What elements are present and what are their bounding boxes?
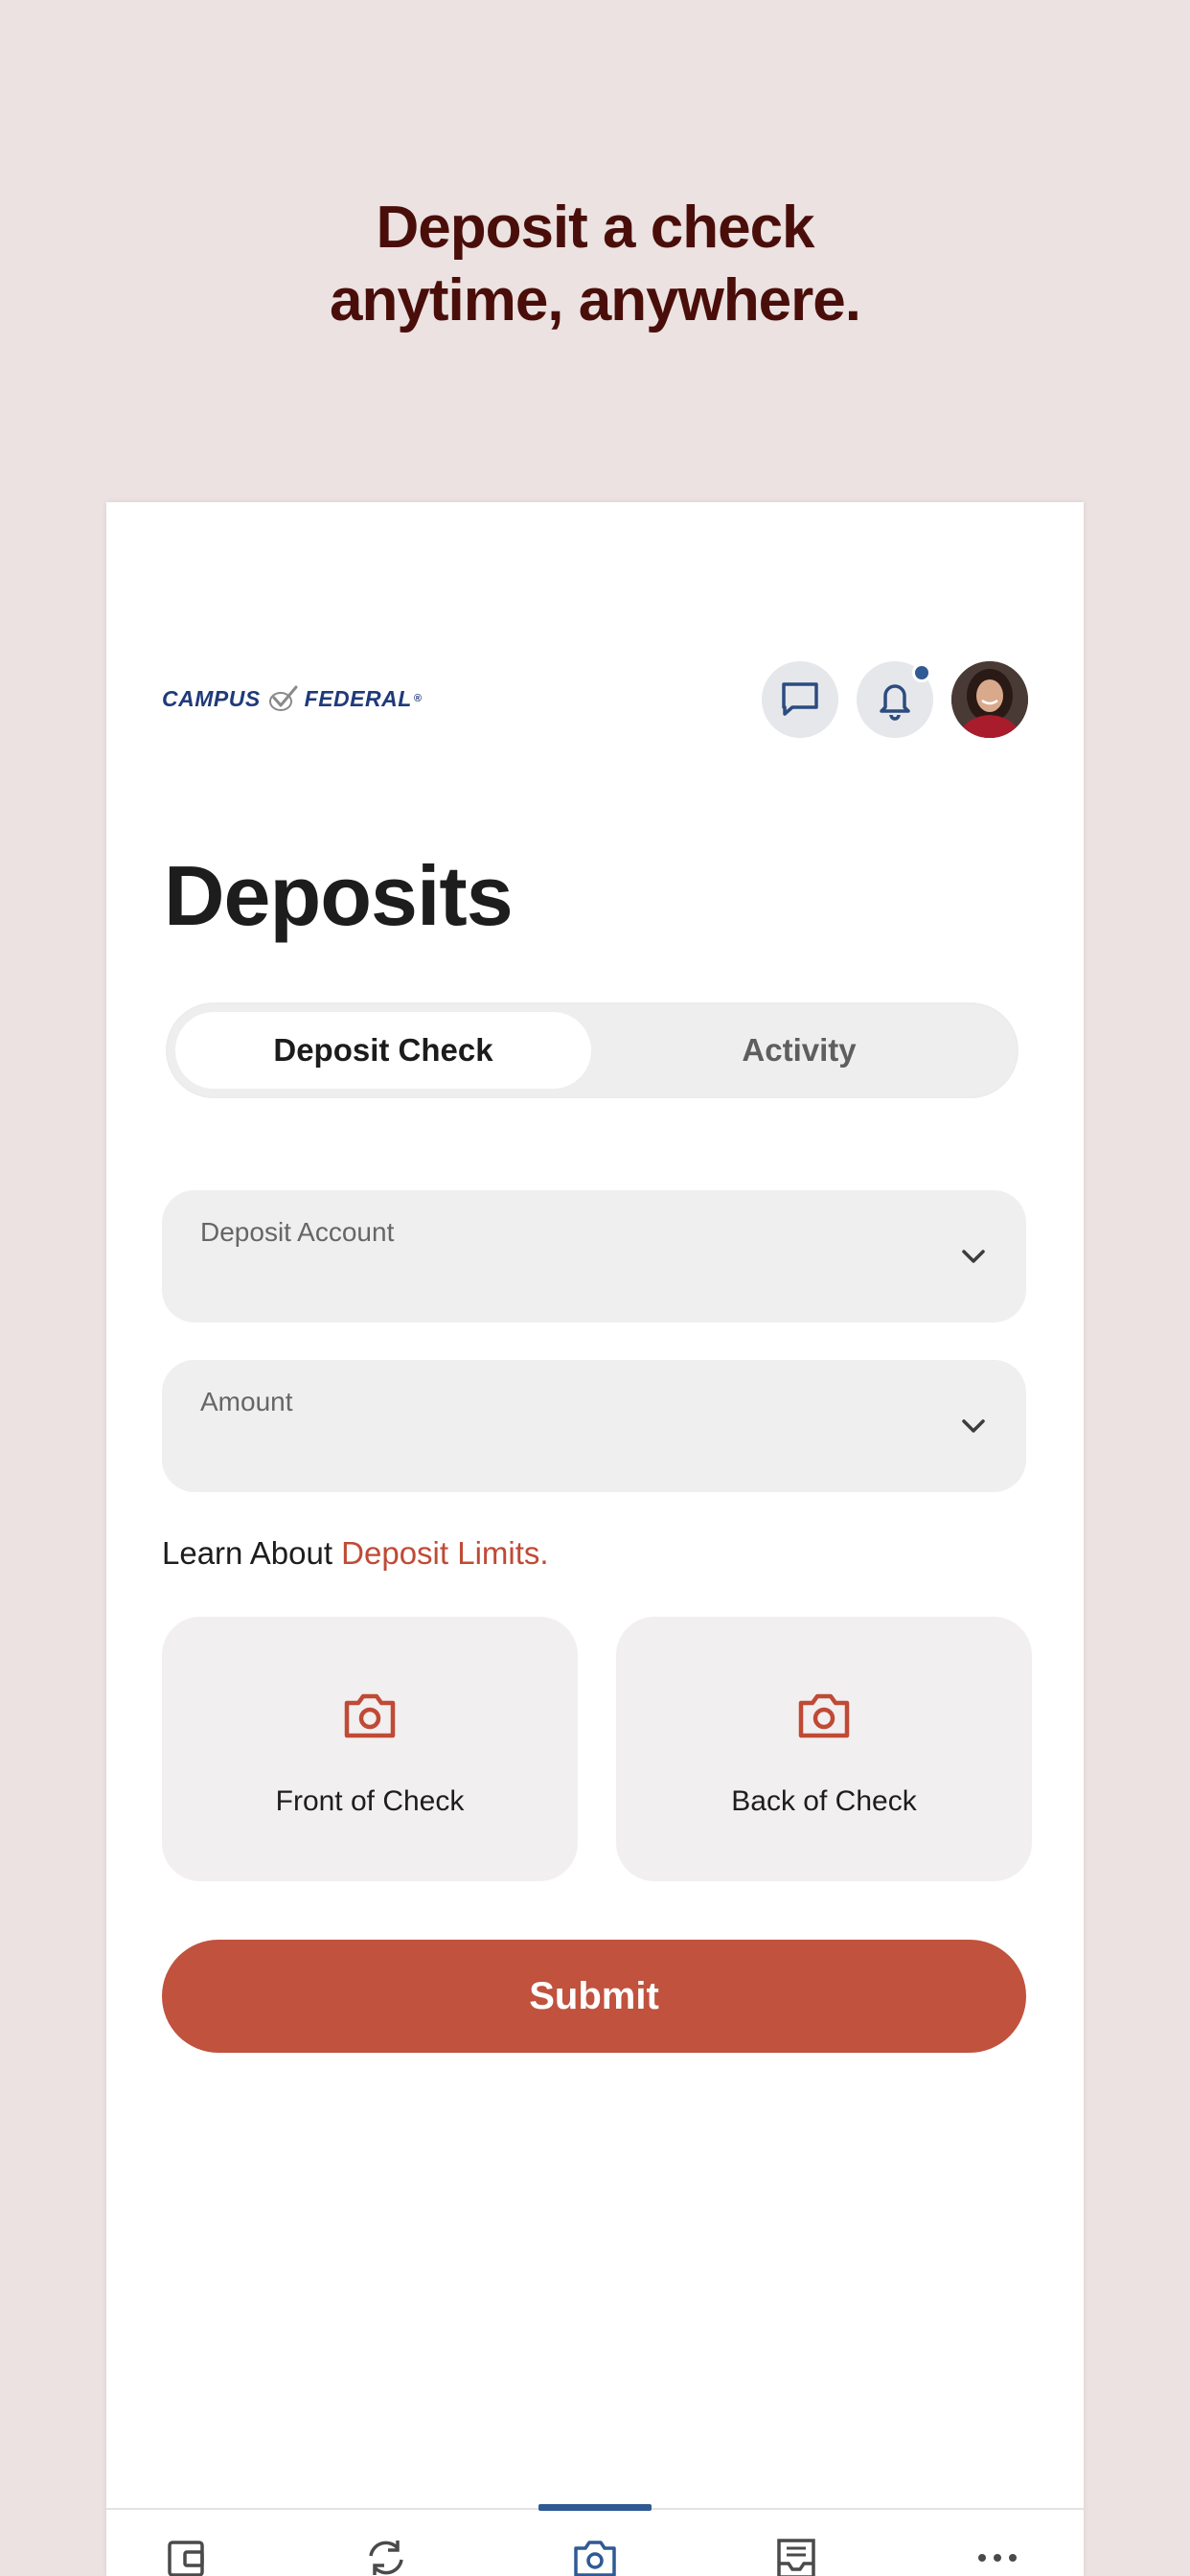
front-of-check-label: Front of Check xyxy=(275,1785,465,1817)
amount-select[interactable]: Amount xyxy=(162,1360,1026,1492)
chevron-down-icon xyxy=(962,1250,985,1263)
nav-active-indicator xyxy=(538,2504,652,2511)
promo-line-1: Deposit a check xyxy=(376,195,814,261)
front-of-check-capture[interactable]: Front of Check xyxy=(162,1617,578,1881)
camera-icon[interactable] xyxy=(572,2537,618,2576)
avatar-image xyxy=(951,661,1028,738)
chat-icon xyxy=(782,682,818,716)
back-of-check-label: Back of Check xyxy=(731,1785,917,1817)
wallet-icon[interactable] xyxy=(164,2537,210,2576)
submit-button[interactable]: Submit xyxy=(162,1940,1026,2053)
logo-check-icon xyxy=(268,685,298,711)
bell-icon xyxy=(880,684,910,721)
campus-federal-logo: CAMPUS FEDERAL ® xyxy=(162,684,422,713)
logo-registered-mark: ® xyxy=(413,693,423,704)
tab-activity[interactable]: Activity xyxy=(591,1012,1007,1089)
deposit-account-select[interactable]: Deposit Account xyxy=(162,1190,1026,1322)
user-avatar[interactable] xyxy=(951,661,1028,738)
logo-text-federal: FEDERAL xyxy=(304,685,412,711)
deposit-account-label: Deposit Account xyxy=(200,1217,395,1247)
logo-text-campus: CAMPUS xyxy=(162,685,261,711)
notification-badge xyxy=(912,663,931,682)
messages-button[interactable] xyxy=(762,661,838,738)
deposit-limits-note: Learn About Deposit Limits. xyxy=(162,1535,549,1572)
notifications-button[interactable] xyxy=(857,661,933,738)
phone-screen: CAMPUS FEDERAL ® Deposits Deposit Check xyxy=(106,502,1084,2576)
statements-icon[interactable] xyxy=(773,2537,819,2576)
promo-line-2: anytime, anywhere. xyxy=(329,267,861,334)
more-icon[interactable] xyxy=(974,2537,1020,2576)
back-of-check-capture[interactable]: Back of Check xyxy=(616,1617,1032,1881)
camera-icon xyxy=(798,1693,850,1738)
chevron-down-icon xyxy=(962,1419,985,1433)
promo-headline: Deposit a check anytime, anywhere. xyxy=(0,192,1190,337)
amount-label: Amount xyxy=(200,1387,293,1416)
camera-icon xyxy=(344,1693,396,1738)
deposit-limits-link[interactable]: Deposit Limits. xyxy=(341,1535,548,1571)
page-title: Deposits xyxy=(164,848,514,943)
transfer-icon[interactable] xyxy=(363,2537,409,2576)
deposit-tabs: Deposit Check Activity xyxy=(166,1002,1018,1098)
bottom-nav xyxy=(106,2504,1084,2576)
learn-about-text: Learn About xyxy=(162,1535,342,1571)
tab-deposit-check[interactable]: Deposit Check xyxy=(175,1012,591,1089)
